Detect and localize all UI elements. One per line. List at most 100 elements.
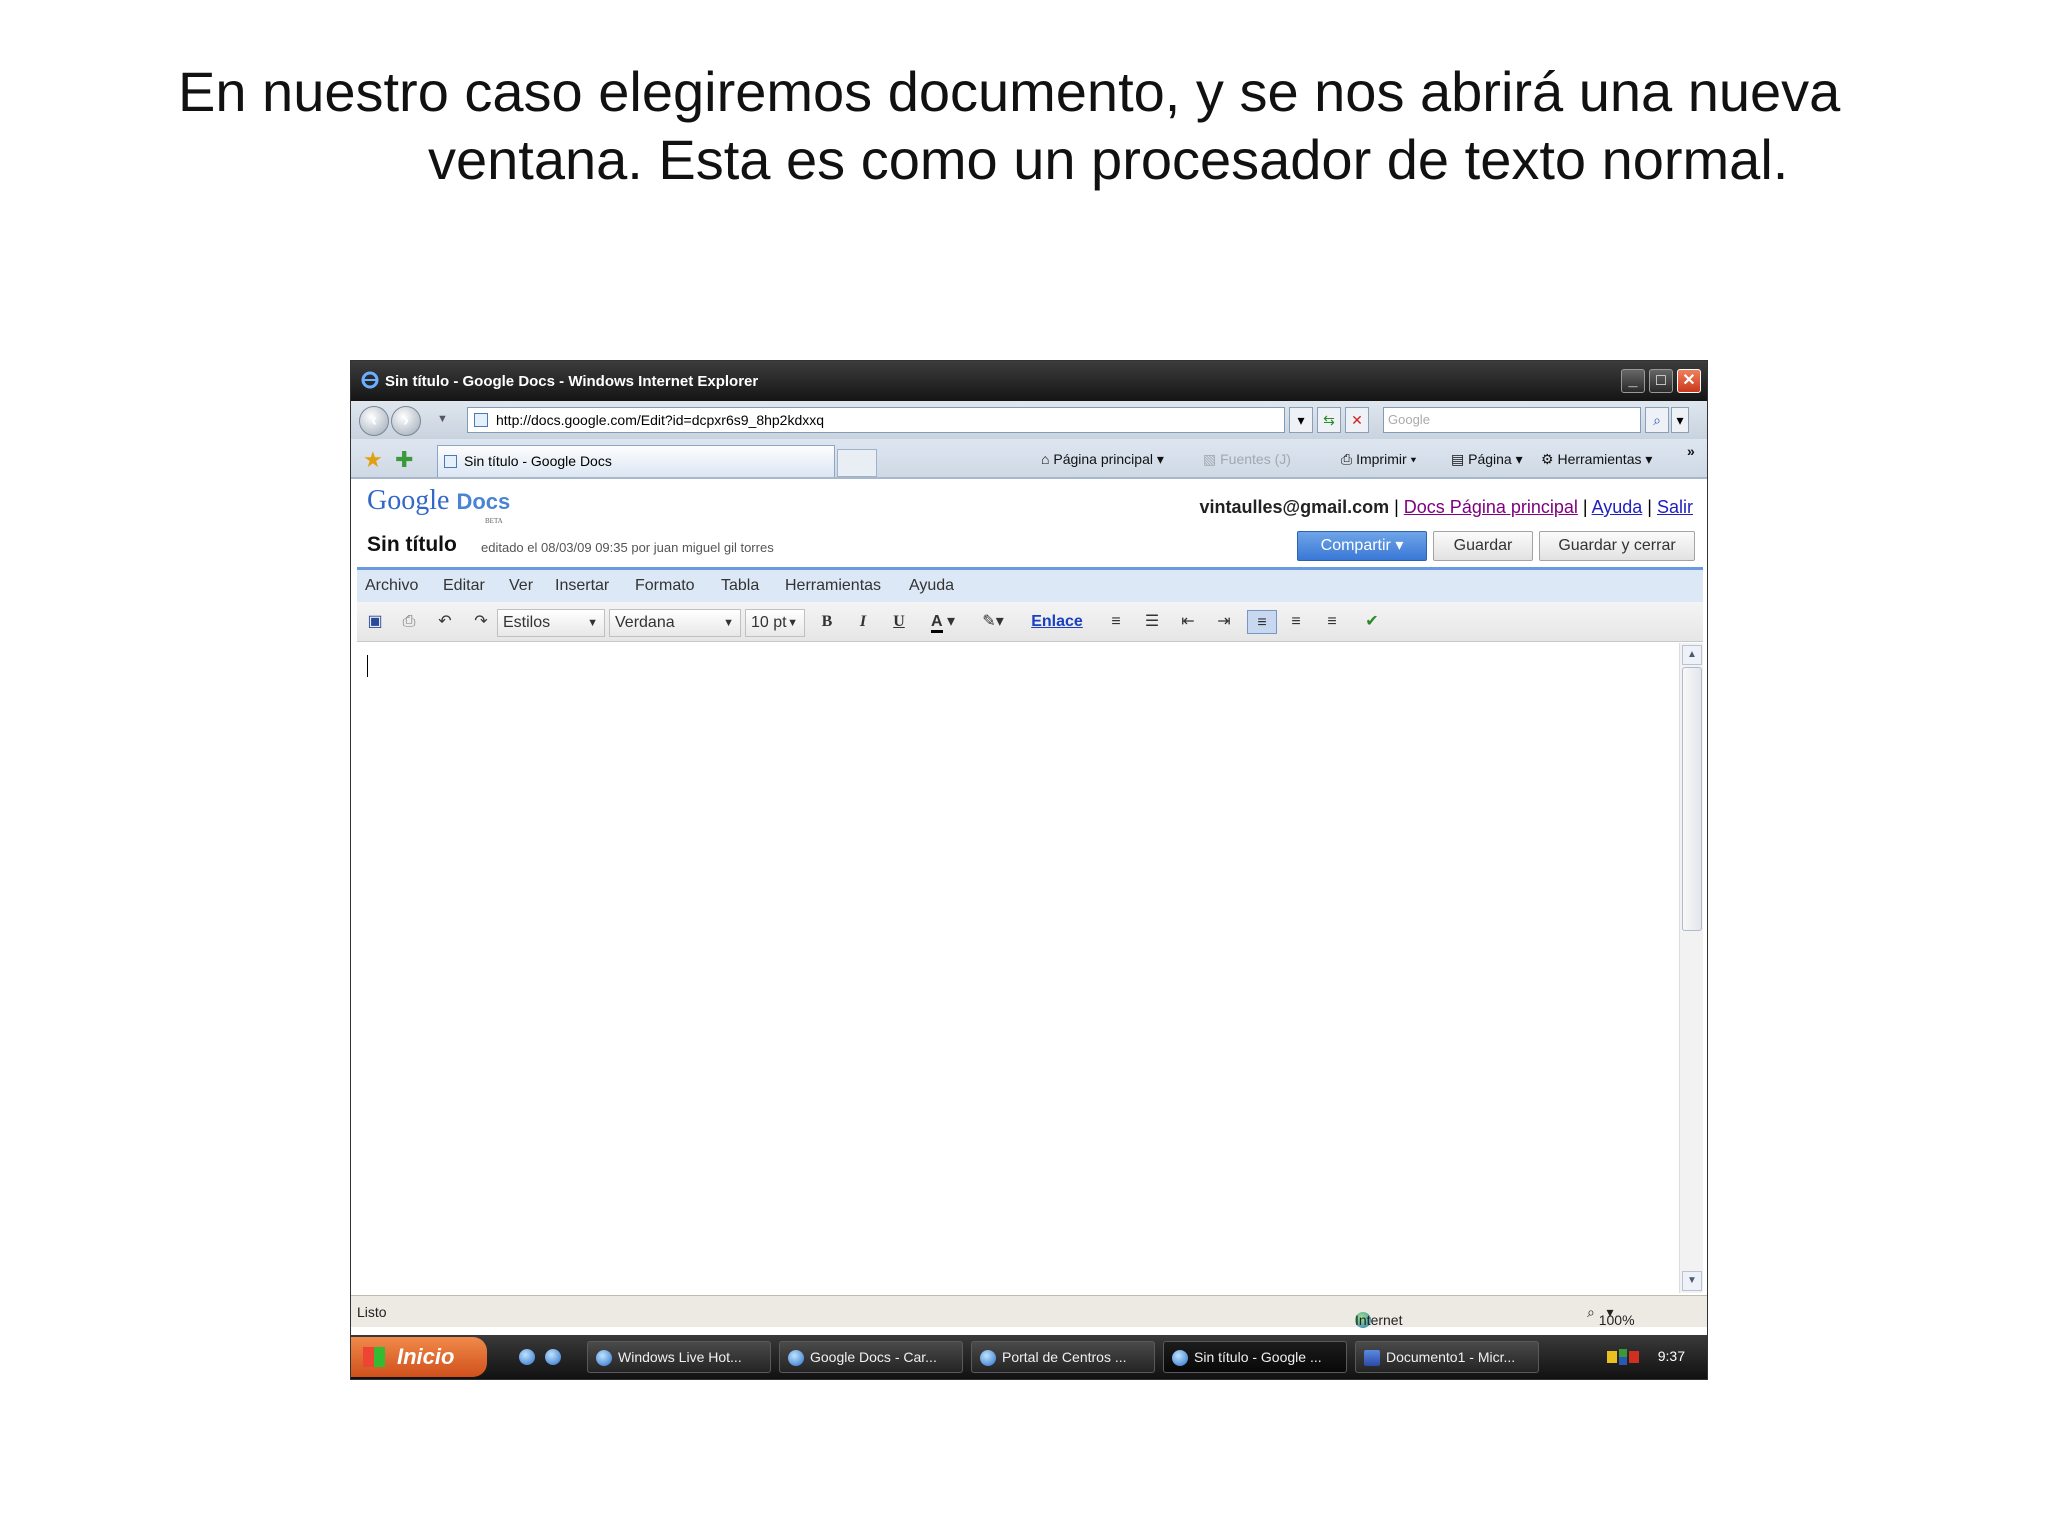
zone-label: Internet <box>1355 1312 1403 1328</box>
numbered-list-icon[interactable]: ≡ <box>1103 610 1129 634</box>
quicklaunch-ie-icon[interactable] <box>511 1341 535 1373</box>
save-icon[interactable]: ▣ <box>363 610 387 634</box>
maximize-button[interactable]: □ <box>1649 369 1673 393</box>
search-options-icon[interactable]: ▾ <box>1671 407 1689 433</box>
increase-indent-icon[interactable]: ⇥ <box>1211 610 1237 634</box>
text-color-button[interactable]: A ▾ <box>923 610 963 634</box>
document-editor[interactable] <box>357 643 1679 1293</box>
vertical-scrollbar[interactable]: ▲ ▼ <box>1679 643 1703 1293</box>
page-icon <box>474 413 488 427</box>
logo-google-text: Google <box>367 485 450 516</box>
zoom-control[interactable]: ⌕ 100% ▾ <box>1587 1304 1635 1328</box>
spellcheck-icon[interactable]: ✔ <box>1359 610 1385 634</box>
browser-tab[interactable]: Sin título - Google Docs <box>437 445 835 477</box>
print-label: Imprimir <box>1356 451 1407 467</box>
quicklaunch-explorer-icon[interactable] <box>537 1341 561 1373</box>
menu-insertar[interactable]: Insertar <box>555 577 609 595</box>
refresh-icon[interactable]: ⇆ <box>1317 407 1341 433</box>
minimize-button[interactable]: _ <box>1621 369 1645 393</box>
home-command[interactable]: ⌂ Página principal ▾ <box>1041 451 1164 468</box>
styles-select[interactable]: Estilos ▼ <box>497 609 605 637</box>
bullet-list-icon[interactable]: ☰ <box>1139 610 1165 634</box>
tools-label: Herramientas <box>1557 451 1642 467</box>
tools-command[interactable]: ⚙ Herramientas ▾ <box>1541 451 1652 468</box>
address-dropdown-button[interactable]: ▾ <box>1289 407 1313 433</box>
undo-icon[interactable]: ↶ <box>433 610 457 634</box>
add-favorite-icon[interactable]: ✚ <box>395 447 413 473</box>
close-button[interactable]: ✕ <box>1677 369 1701 393</box>
menu-formato[interactable]: Formato <box>635 577 695 595</box>
menu-ver[interactable]: Ver <box>509 577 533 595</box>
slide-text-line-2: ventana. Esta es como un procesador de t… <box>428 128 1789 191</box>
back-button[interactable]: ‹ <box>359 406 389 436</box>
stop-icon[interactable]: ✕ <box>1345 407 1369 433</box>
tray-icons[interactable] <box>1605 1347 1641 1367</box>
bold-button[interactable]: B <box>815 610 839 634</box>
document-title[interactable]: Sin título <box>367 533 457 557</box>
menu-herramientas[interactable]: Herramientas <box>785 577 881 595</box>
task-label: Google Docs - Car... <box>810 1349 937 1365</box>
save-button[interactable]: Guardar <box>1433 531 1533 561</box>
windows-taskbar: Inicio Windows Live Hot... Google Docs -… <box>351 1335 1707 1379</box>
print-command[interactable]: ⎙ Imprimir ▾ <box>1341 451 1416 468</box>
menu-editar[interactable]: Editar <box>443 577 485 595</box>
font-size-select[interactable]: 10 pt ▼ <box>745 609 805 637</box>
search-input[interactable]: Google <box>1383 407 1641 433</box>
task-label: Sin título - Google ... <box>1194 1349 1322 1365</box>
taskbar-item-google-docs[interactable]: Google Docs - Car... <box>779 1341 963 1373</box>
italic-button[interactable]: I <box>851 610 875 634</box>
underline-button[interactable]: U <box>887 610 911 634</box>
menu-ayuda[interactable]: Ayuda <box>909 577 954 595</box>
task-label: Portal de Centros ... <box>1002 1349 1127 1365</box>
more-commands-icon[interactable]: » <box>1687 443 1695 459</box>
ie-icon <box>980 1350 996 1366</box>
signout-link[interactable]: Salir <box>1657 497 1693 517</box>
chevron-down-icon: ▼ <box>587 617 598 629</box>
taskbar-item-hotmail[interactable]: Windows Live Hot... <box>587 1341 771 1373</box>
page-command[interactable]: ▤ Página ▾ <box>1451 451 1523 468</box>
scroll-up-icon[interactable]: ▲ <box>1682 645 1702 665</box>
chevron-down-icon: ▼ <box>787 617 798 629</box>
scroll-thumb[interactable] <box>1682 667 1702 931</box>
user-email: vintaulles@gmail.com <box>1199 497 1390 517</box>
favorites-star-icon[interactable]: ★ <box>363 447 383 473</box>
align-center-icon[interactable]: ≡ <box>1283 610 1309 634</box>
ie-icon <box>1172 1350 1188 1366</box>
font-value: Verdana <box>615 614 675 631</box>
align-left-icon[interactable]: ≡ <box>1247 610 1277 634</box>
highlight-color-icon[interactable]: ✎▾ <box>973 610 1013 634</box>
save-and-close-button[interactable]: Guardar y cerrar <box>1539 531 1695 561</box>
windows-flag-icon <box>363 1347 385 1367</box>
start-button[interactable]: Inicio <box>351 1337 487 1377</box>
font-select[interactable]: Verdana ▼ <box>609 609 741 637</box>
docs-home-link[interactable]: Docs Página principal <box>1404 497 1578 517</box>
search-icon[interactable]: ⌕ <box>1645 407 1669 433</box>
taskbar-item-word[interactable]: Documento1 - Micr... <box>1355 1341 1539 1373</box>
menu-tabla[interactable]: Tabla <box>721 577 759 595</box>
address-bar-row: ‹ › ▼ http://docs.google.com/Edit?id=dcp… <box>351 401 1707 439</box>
decrease-indent-icon[interactable]: ⇤ <box>1175 610 1201 634</box>
history-dropdown-icon[interactable]: ▼ <box>437 413 448 425</box>
text-caret <box>367 655 368 677</box>
link-button[interactable]: Enlace <box>1027 610 1087 634</box>
address-input[interactable]: http://docs.google.com/Edit?id=dcpxr6s9_… <box>467 407 1285 433</box>
scroll-down-icon[interactable]: ▼ <box>1682 1271 1702 1291</box>
taskbar-item-sin-titulo[interactable]: Sin título - Google ... <box>1163 1341 1347 1373</box>
logo-beta-text: BETA <box>485 517 503 525</box>
word-icon <box>1364 1350 1380 1366</box>
print-icon[interactable]: ⎙ <box>397 610 421 634</box>
page-label: Página <box>1468 451 1512 467</box>
explorer-icon <box>545 1349 561 1365</box>
new-tab-button[interactable] <box>837 449 877 477</box>
ie-icon <box>361 371 379 389</box>
forward-button[interactable]: › <box>391 406 421 436</box>
feeds-label: Fuentes (J) <box>1220 451 1291 467</box>
help-link[interactable]: Ayuda <box>1592 497 1643 517</box>
google-docs-logo[interactable]: Google Docs BETA <box>367 485 510 525</box>
share-button[interactable]: Compartir ▾ <box>1297 531 1427 561</box>
feeds-command: ▧ Fuentes (J) <box>1203 451 1291 467</box>
menu-archivo[interactable]: Archivo <box>365 577 418 595</box>
redo-icon[interactable]: ↷ <box>469 610 493 634</box>
taskbar-item-portal[interactable]: Portal de Centros ... <box>971 1341 1155 1373</box>
align-right-icon[interactable]: ≡ <box>1319 610 1345 634</box>
